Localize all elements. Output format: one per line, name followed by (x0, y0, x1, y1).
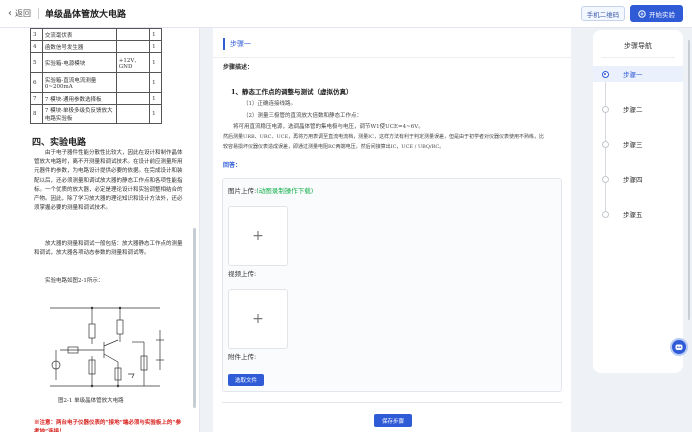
step-nav-item[interactable]: 步骤三 (593, 136, 683, 152)
step-nav-item[interactable]: 步骤一 (593, 66, 683, 82)
step-dot-icon (602, 140, 609, 148)
video-upload-box[interactable]: + (228, 289, 288, 349)
document-scrollbar[interactable] (193, 228, 196, 408)
item-spec (115, 72, 151, 93)
header-divider (38, 8, 39, 19)
start-experiment-button[interactable]: 开始实验 (630, 5, 683, 22)
step-nav-label: 步骤四 (623, 176, 643, 184)
image-upload-label: 图片上传:(动图录制操作下载) (228, 185, 313, 195)
paragraph: 放大器的测量和调试一般包括：放大器静态工作点的测量和调试，放大器各项动态参数的测… (34, 241, 183, 257)
row-number: 4 (30, 40, 43, 53)
item-spec (115, 40, 151, 53)
page-scrollbar[interactable] (688, 40, 690, 320)
table-row: 6 实验箱-直流电流测量 0~200mA 1 (30, 72, 162, 93)
step-navigation: 步骤导航 步骤一步骤二步骤三步骤四步骤五 (593, 30, 683, 373)
table-row: 3 交流毫伏表 1 (30, 28, 162, 41)
item-name: 实验箱-电源模块 (41, 52, 117, 73)
plus-icon: + (252, 311, 264, 327)
table-row: 5 实验箱-电源模块 +12V、GND 1 (30, 52, 162, 73)
robot-face-icon (675, 344, 683, 350)
step-dot-icon (602, 105, 609, 113)
step-description-label: 步骤描述： (223, 64, 254, 71)
step-line: （1）正确连接线路。 (243, 101, 296, 107)
row-number: 6 (30, 72, 43, 93)
step-dot-icon (602, 70, 609, 78)
item-qty: 1 (149, 104, 162, 124)
item-name: 交流毫伏表 (41, 28, 117, 41)
step-dot-icon (602, 210, 609, 218)
save-step-button[interactable]: 保存步骤 (374, 414, 412, 427)
image-upload-label-text: 图片上传: (228, 187, 257, 195)
document-pane[interactable]: 3 交流毫伏表 1 4 函数信号发生器 1 5 实验箱-电源模块 +12V、GND 1 6 实验箱-直… (0, 28, 200, 432)
table-row: 87 模块-单极多级负反馈放大电路实验板 1 (30, 104, 162, 124)
step-nav-item[interactable]: 步骤五 (593, 206, 683, 222)
step-line: 然后测量URB、URC、UCE，再将万用表调至直流电流档，测量IC，这样方法有利… (223, 134, 544, 140)
divider (213, 57, 571, 58)
page-title: 单级晶体管放大电路 (45, 10, 127, 20)
image-upload-hint[interactable]: (动图录制操作下载) (256, 187, 313, 195)
step-line: 较容易损坏仪器仪表造成误差，即通过测量电阻RC两端电压，然后间接算出IC，UCE… (223, 144, 445, 150)
paragraph: 实验电路如图2-1所示： (45, 278, 104, 284)
top-bar: ‹ 返回 单级晶体管放大电路 手机二维码 开始实验 (0, 0, 692, 28)
item-name: 7 模块-通用参数选择板 (41, 92, 117, 105)
item-name: 函数信号发生器 (41, 40, 117, 53)
item-name: 7 模块-单极多级负反馈放大电路实验板 (41, 104, 117, 124)
answer-label: 回答： (223, 162, 242, 169)
item-qty: 1 (149, 40, 162, 53)
divider (601, 57, 675, 58)
image-upload-box[interactable]: + (228, 206, 288, 266)
item-qty: 1 (149, 92, 162, 105)
back-button[interactable]: ‹ 返回 (8, 8, 31, 19)
robot-assistant-icon[interactable] (670, 338, 688, 356)
table-row: 77 模块-通用参数选择板 1 (30, 92, 162, 105)
step-nav-label: 步骤五 (623, 211, 643, 219)
step-navigation-title: 步骤导航 (624, 42, 652, 50)
step-line: 将可用直流稳压电源，选调晶体管的集电极与电压，调节W1使UCE=4~6V。 (233, 124, 424, 130)
row-number: 5 (30, 52, 43, 73)
item-name: 实验箱-直流电流测量 0~200mA (41, 72, 117, 93)
figure-caption: 图2-1 单级晶体管放大电路 (58, 398, 124, 404)
item-spec (115, 92, 151, 105)
chevron-left-icon: ‹ (8, 7, 12, 19)
item-qty: 1 (149, 72, 162, 93)
item-spec: +12V、GND (115, 52, 151, 73)
start-experiment-label: 开始实验 (649, 10, 675, 19)
warning-note: ※注意：两台电子仪器仪表的“接地”端必须与实验板上的“参考地”连接！ (34, 420, 181, 432)
equipment-table: 3 交流毫伏表 1 4 函数信号发生器 1 5 实验箱-电源模块 +12V、GND 1 6 实验箱-直… (30, 28, 162, 124)
step-nav-label: 步骤一 (623, 71, 643, 79)
back-label: 返回 (15, 9, 31, 18)
item-spec (115, 104, 151, 124)
experiment-icon (638, 9, 646, 18)
row-number: 7 (30, 92, 43, 105)
section-title: 四、实验电路 (32, 138, 87, 148)
item-qty: 1 (149, 52, 162, 73)
row-number: 8 (30, 104, 43, 124)
qr-code-button[interactable]: 手机二维码 (581, 6, 625, 21)
step-panel[interactable]: 步骤一 步骤描述： 1、静态工作点的调整与测试（虚拟仿真） （1）正确连接线路。… (213, 28, 571, 432)
paragraph: 由于电子器件性能分散性比较大，因此在设计和制作晶体管放大电路时，离不开测量和调试… (34, 150, 183, 212)
step-nav-item[interactable]: 步骤四 (593, 171, 683, 187)
step-title: 步骤一 (223, 38, 251, 50)
item-spec (115, 28, 151, 41)
step-nav-item[interactable]: 步骤二 (593, 101, 683, 117)
step-heading: 1、静态工作点的调整与测试（虚拟仿真） (231, 88, 353, 96)
step-nav-label: 步骤二 (623, 106, 643, 114)
item-qty: 1 (149, 28, 162, 41)
row-number: 3 (30, 28, 43, 41)
plus-icon: + (252, 228, 264, 244)
choose-file-button[interactable]: 选取文件 (228, 374, 264, 386)
video-upload-label: 视频上传: (228, 270, 257, 278)
step-line: （2）测量三极管的直流放大倍数和静态工作点： (243, 113, 363, 119)
circuit-diagram (50, 306, 164, 388)
attachment-upload-label: 附件上传: (228, 353, 257, 361)
step-nav-label: 步骤三 (623, 141, 643, 149)
table-row: 4 函数信号发生器 1 (30, 40, 162, 53)
step-dot-icon (602, 175, 609, 183)
